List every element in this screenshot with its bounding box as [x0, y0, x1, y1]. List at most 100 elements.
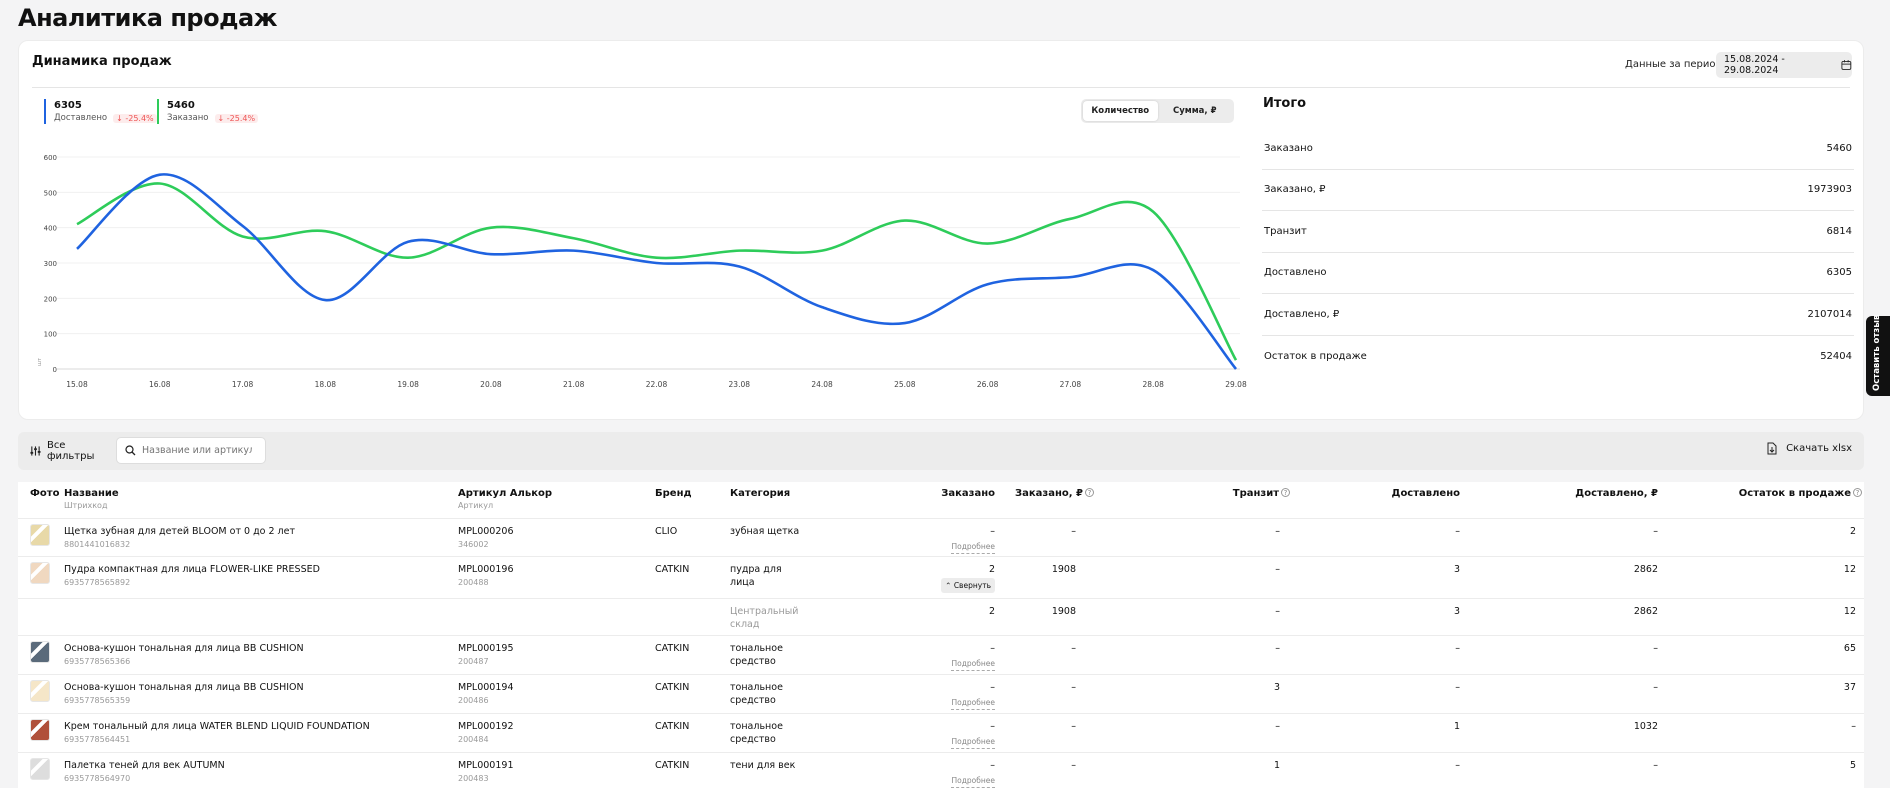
product-thumbnail: [30, 524, 50, 546]
delivered-rub-cell: 2862: [1633, 564, 1658, 575]
stock-cell: 37: [1843, 682, 1856, 693]
ordered-value: 2: [988, 606, 995, 617]
th-ordered[interactable]: Заказано: [941, 488, 995, 500]
article-code: MPL000195: [458, 643, 514, 654]
x-tick-label: 17.08: [232, 380, 254, 389]
stock-cell: 12: [1843, 606, 1856, 617]
category-line: средство: [730, 695, 776, 706]
table-subrow-warehouse[interactable]: Центральный склад 2 1908 – 3 2862 12: [18, 598, 1864, 635]
table-row[interactable]: Щетка зубная для детей BLOOM от 0 до 2 л…: [18, 518, 1864, 556]
details-link[interactable]: Подробнее: [951, 774, 995, 788]
category-line: средство: [730, 656, 776, 667]
table-row[interactable]: Основа-кушон тональная для лица BB CUSHI…: [18, 674, 1864, 713]
product-barcode: 6935778565366: [64, 657, 131, 666]
ordered-value: –: [990, 682, 995, 693]
details-link[interactable]: Подробнее: [951, 696, 995, 710]
delivered-rub-cell: –: [1653, 526, 1658, 537]
x-tick-label: 16.08: [149, 380, 171, 389]
product-name-cell: Пудра компактная для лица FLOWER-LIKE PR…: [64, 563, 320, 589]
ordered-cell: – Подробнее: [951, 759, 995, 788]
th-ordered-rub[interactable]: Заказано, ₽?: [1015, 488, 1094, 500]
article-cell: MPL000191 200483: [458, 759, 513, 785]
ordered-cell: – Подробнее: [951, 681, 995, 710]
totals-title: Итого: [1263, 96, 1307, 111]
product-barcode: 6935778565892: [64, 578, 131, 587]
ordered-value: –: [990, 760, 995, 771]
product-name[interactable]: Пудра компактная для лица FLOWER-LIKE PR…: [64, 564, 320, 575]
search-input[interactable]: [142, 445, 252, 456]
brand-cell: CLIO: [655, 526, 678, 537]
download-file-icon: [1767, 442, 1777, 455]
product-name[interactable]: Основа-кушон тональная для лица BB CUSHI…: [64, 682, 304, 693]
totals-value: 1973903: [1807, 184, 1852, 196]
stock-cell: 5: [1849, 760, 1856, 771]
collapse-button[interactable]: ⌃ Свернуть: [941, 578, 995, 593]
download-xlsx-button[interactable]: Скачать xlsx: [1766, 442, 1852, 455]
th-brand[interactable]: Бренд: [655, 488, 692, 500]
stock-cell: 65: [1843, 643, 1856, 654]
transit-cell: –: [1275, 526, 1280, 537]
transit-cell: 1: [1273, 760, 1280, 771]
delivered-cell: –: [1455, 760, 1460, 771]
y-tick-label: 300: [44, 260, 57, 268]
product-name[interactable]: Палетка теней для век AUTUMN: [64, 760, 225, 771]
brand-cell: CATKIN: [655, 760, 690, 771]
product-name-cell: Основа-кушон тональная для лица BB CUSHI…: [64, 681, 304, 707]
category-line: лица: [730, 577, 755, 588]
th-transit[interactable]: Транзит?: [1233, 488, 1290, 500]
stock-cell: 2: [1849, 526, 1856, 537]
th-stock[interactable]: Остаток в продаже?: [1739, 488, 1862, 500]
table-row[interactable]: Палетка теней для век AUTUMN 693577856497…: [18, 752, 1864, 788]
category-cell: тональное средство: [730, 642, 800, 668]
y-tick-label: 500: [44, 189, 57, 197]
category-cell: пудра для лица: [730, 563, 800, 589]
article-code: MPL000191: [458, 760, 514, 771]
ordered-value: –: [990, 721, 995, 732]
all-filters-button[interactable]: Все фильтры: [22, 437, 110, 464]
table-row[interactable]: Основа-кушон тональная для лица BB CUSHI…: [18, 635, 1864, 674]
brand-cell: CATKIN: [655, 643, 690, 654]
page-title: Аналитика продаж: [18, 4, 278, 32]
sales-line-chart: 0 100 200 300 400 500 600 шт 15.08 16.08 17.08 18.0…: [37, 154, 1247, 389]
details-link[interactable]: Подробнее: [951, 540, 995, 554]
product-name[interactable]: Основа-кушон тональная для лица BB CUSHI…: [64, 643, 304, 654]
product-name-cell: Щетка зубная для детей BLOOM от 0 до 2 л…: [64, 525, 295, 551]
table-row[interactable]: Пудра компактная для лица FLOWER-LIKE PR…: [18, 556, 1864, 598]
th-name[interactable]: Название Штрихкод: [64, 488, 119, 512]
product-name-cell: Палетка теней для век AUTUMN 693577856497…: [64, 759, 225, 785]
help-icon[interactable]: ?: [1085, 488, 1094, 497]
sales-dynamics-card: Динамика продаж Данные за период 15.08.2…: [18, 40, 1864, 420]
help-icon[interactable]: ?: [1853, 488, 1862, 497]
x-tick-label: 24.08: [811, 380, 833, 389]
article-cell: MPL000192 200484: [458, 720, 513, 746]
th-article[interactable]: Артикул Алькор Артикул: [458, 488, 552, 512]
feedback-tab[interactable]: Оставить отзыв: [1866, 315, 1890, 396]
transit-cell: –: [1275, 643, 1280, 654]
ordered-value: –: [990, 643, 995, 654]
series-line-delivered: [76, 173, 1237, 370]
brand-cell: CATKIN: [655, 682, 690, 693]
product-name[interactable]: Щетка зубная для детей BLOOM от 0 до 2 л…: [64, 526, 295, 537]
delivered-cell: –: [1455, 526, 1460, 537]
totals-label: Доставлено, ₽: [1264, 308, 1340, 320]
product-barcode: 8801441016832: [64, 540, 131, 549]
th-delivered[interactable]: Доставлено: [1392, 488, 1460, 500]
filter-sliders-icon: [30, 445, 41, 456]
details-link[interactable]: Подробнее: [951, 657, 995, 671]
help-icon[interactable]: ?: [1281, 488, 1290, 497]
details-link[interactable]: Подробнее: [951, 735, 995, 749]
totals-value: 6305: [1826, 267, 1852, 279]
product-thumbnail: [30, 562, 50, 584]
product-thumbnail: [30, 641, 50, 663]
th-delivered-rub[interactable]: Доставлено, ₽: [1575, 488, 1658, 500]
totals-row: Доставлено 6305: [1262, 253, 1854, 294]
delivered-rub-cell: –: [1653, 643, 1658, 654]
x-tick-label: 20.08: [480, 380, 502, 389]
period-picker[interactable]: 15.08.2024 - 29.08.2024: [1716, 52, 1852, 78]
table-row[interactable]: Крем тональный для лица WATER BLEND LIQU…: [18, 713, 1864, 752]
th-category[interactable]: Категория: [730, 488, 790, 500]
article-cell: MPL000206 346002: [458, 525, 513, 551]
totals-row: Заказано, ₽ 1973903: [1262, 170, 1854, 211]
product-name[interactable]: Крем тональный для лица WATER BLEND LIQU…: [64, 721, 370, 732]
x-tick-label: 15.08: [66, 380, 88, 389]
